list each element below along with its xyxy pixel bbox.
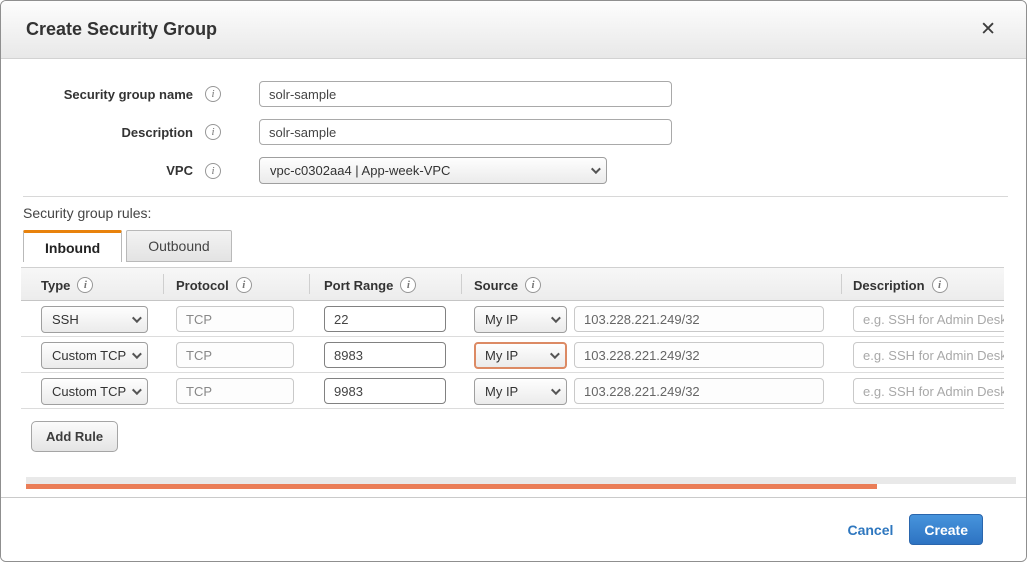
column-separator — [163, 274, 164, 294]
info-icon[interactable]: i — [77, 277, 93, 293]
vpc-row: VPC i vpc-c0302aa4 | App-week-VPC — [21, 157, 1026, 184]
vpc-label: VPC — [21, 163, 193, 178]
rule-port-range-input[interactable] — [324, 306, 446, 332]
chevron-down-icon — [132, 385, 142, 395]
tab-inbound[interactable]: Inbound — [23, 230, 122, 262]
rule-source-mode-select-focused[interactable]: My IP — [474, 378, 567, 405]
dialog-body: Security group name i Description i VPC … — [1, 59, 1026, 497]
info-icon[interactable]: i — [400, 277, 416, 293]
description-row: Description i — [21, 119, 1026, 145]
info-icon[interactable]: i — [205, 86, 221, 102]
dialog-title: Create Security Group — [26, 19, 978, 40]
dialog-footer: Cancel Create — [1, 497, 1026, 561]
security-group-name-label: Security group name — [21, 87, 193, 102]
rule-type-select[interactable]: Custom TCP — [41, 342, 148, 369]
rule-row-custom-tcp-9983: Custom TCP My IP — [21, 373, 1004, 409]
chevron-down-icon — [591, 164, 601, 174]
info-icon[interactable]: i — [932, 277, 948, 293]
rule-source-mode-value: My IP — [485, 312, 545, 327]
column-header-port-range: Port Range i — [324, 268, 416, 302]
column-separator — [461, 274, 462, 294]
vpc-select-value: vpc-c0302aa4 | App-week-VPC — [270, 163, 585, 178]
security-group-name-row: Security group name i — [21, 81, 1026, 107]
rule-source-mode-value: My IP — [485, 348, 544, 363]
rule-protocol-input — [176, 378, 294, 404]
rules-tabs: Inbound Outbound — [23, 230, 1026, 262]
tab-outbound[interactable]: Outbound — [126, 230, 232, 262]
rule-protocol-input — [176, 342, 294, 368]
column-header-description-label: Description — [853, 278, 925, 293]
rule-source-cidr-input[interactable] — [574, 306, 824, 332]
chevron-down-icon — [551, 385, 561, 395]
rule-protocol-input — [176, 306, 294, 332]
column-header-protocol-label: Protocol — [176, 278, 229, 293]
column-separator — [841, 274, 842, 294]
dialog-header: Create Security Group ✕ — [1, 1, 1026, 59]
column-header-port-range-label: Port Range — [324, 278, 393, 293]
column-header-source-label: Source — [474, 278, 518, 293]
rule-source-cidr-input[interactable] — [574, 342, 824, 368]
scrollbar-thumb[interactable] — [26, 484, 877, 489]
table-header-row: Type i Protocol i Port Range i — [21, 267, 1004, 301]
info-icon[interactable]: i — [525, 277, 541, 293]
rule-source-mode-select[interactable]: My IP — [474, 306, 567, 333]
rule-row-ssh: SSH My IP — [21, 301, 1004, 337]
description-label: Description — [21, 125, 193, 140]
scrollbar-track[interactable] — [26, 477, 1016, 484]
column-header-source: Source i — [474, 268, 541, 302]
column-header-type-label: Type — [41, 278, 70, 293]
rule-type-select[interactable]: Custom TCP — [41, 378, 148, 405]
rule-port-range-input[interactable] — [324, 342, 446, 368]
chevron-down-icon — [132, 349, 142, 359]
rule-type-value: SSH — [52, 312, 126, 327]
column-header-type: Type i — [41, 268, 93, 302]
rule-type-value: Custom TCP — [52, 348, 126, 363]
rule-description-input[interactable] — [853, 378, 1004, 404]
create-security-group-dialog: Create Security Group ✕ Security group n… — [0, 0, 1027, 562]
horizontal-scrollbar — [26, 477, 1016, 489]
info-icon[interactable]: i — [205, 163, 221, 179]
description-input[interactable] — [259, 119, 672, 145]
rule-source-mode-select[interactable]: My IP — [474, 342, 567, 369]
chevron-down-icon — [551, 313, 561, 323]
cancel-button[interactable]: Cancel — [847, 522, 893, 538]
security-group-name-input[interactable] — [259, 81, 672, 107]
rule-description-input[interactable] — [853, 306, 1004, 332]
inbound-rules-table: Type i Protocol i Port Range i — [21, 267, 1004, 409]
info-icon[interactable]: i — [205, 124, 221, 140]
rule-row-custom-tcp-8983: Custom TCP My IP — [21, 337, 1004, 373]
chevron-down-icon — [550, 349, 560, 359]
rule-type-select[interactable]: SSH — [41, 306, 148, 333]
chevron-down-icon — [132, 313, 142, 323]
info-icon[interactable]: i — [236, 277, 252, 293]
rule-port-range-input[interactable] — [324, 378, 446, 404]
column-header-protocol: Protocol i — [176, 268, 252, 302]
close-icon[interactable]: ✕ — [978, 18, 998, 41]
rule-type-value: Custom TCP — [52, 384, 126, 399]
add-rule-button[interactable]: Add Rule — [31, 421, 118, 452]
column-header-description: Description i — [853, 268, 948, 302]
section-divider — [23, 196, 1008, 197]
vpc-select[interactable]: vpc-c0302aa4 | App-week-VPC — [259, 157, 607, 184]
rule-description-input[interactable] — [853, 342, 1004, 368]
create-button[interactable]: Create — [909, 514, 983, 545]
rule-source-cidr-input[interactable] — [574, 378, 824, 404]
rule-source-mode-value: My IP — [485, 384, 545, 399]
rules-heading: Security group rules: — [23, 205, 1026, 221]
column-separator — [309, 274, 310, 294]
